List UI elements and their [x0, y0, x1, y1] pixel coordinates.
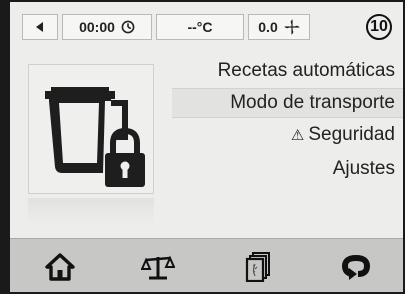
home-button[interactable]	[40, 249, 80, 285]
recipe-book-icon	[245, 252, 270, 282]
menu-item-label: Recetas automáticas	[217, 60, 395, 81]
bowl-with-padlock-icon	[45, 87, 145, 187]
clock-icon	[121, 20, 135, 34]
status-bar: 00:00 --°C 0.0	[10, 14, 403, 40]
scale-button[interactable]	[138, 249, 178, 285]
home-icon	[45, 253, 75, 281]
temperature-setting[interactable]: --°C	[156, 14, 244, 40]
scale-icon	[141, 255, 175, 280]
step-number-badge: 10	[366, 14, 392, 40]
triangle-left-icon	[36, 22, 43, 32]
speed-value: 0.0	[258, 19, 278, 35]
menu-item-automatic-recipes[interactable]: Recetas automáticas	[218, 57, 395, 85]
menu-item-label: Modo de transporte	[230, 92, 395, 113]
recipe-book-button[interactable]	[238, 249, 278, 285]
menu-item-transport-mode[interactable]: Modo de transporte	[172, 88, 403, 118]
menu-item-settings[interactable]: Ajustes	[333, 155, 395, 183]
timer-value: 00:00	[79, 19, 115, 35]
temperature-value: --°C	[187, 19, 213, 35]
device-screen: 00:00 --°C 0.0 10 Recetas automáticas Mo…	[10, 2, 403, 292]
bottom-navigation-bar	[10, 238, 403, 292]
back-button[interactable]	[22, 14, 58, 40]
timer-setting[interactable]: 00:00	[62, 14, 152, 40]
fan-icon	[284, 19, 300, 35]
device-image-reflection	[28, 198, 154, 224]
menu-item-label: Seguridad	[308, 124, 395, 145]
device-image-frame	[28, 64, 154, 194]
turbo-icon	[342, 254, 370, 280]
menu-item-label: Ajustes	[332, 158, 395, 179]
turbo-button[interactable]	[336, 249, 376, 285]
warning-icon: ⚠	[290, 127, 305, 144]
menu-item-safety[interactable]: ⚠ Seguridad	[291, 121, 395, 149]
step-number: 10	[370, 18, 388, 35]
speed-setting[interactable]: 0.0	[248, 14, 310, 40]
